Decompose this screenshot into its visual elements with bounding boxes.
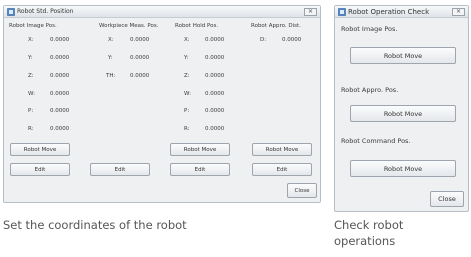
robot-move-button-command-pos[interactable]: Robot Move [350, 160, 456, 177]
coord-value: 0.0000 [205, 73, 225, 79]
group-header-robot-hold-pos: Robot Hold Pos. [175, 23, 219, 29]
edit-button-image-pos[interactable]: Edit [10, 163, 70, 176]
coord-value: 0.0000 [205, 37, 225, 43]
coord-value: 0.0000 [282, 37, 302, 43]
coord-value: 0.0000 [50, 73, 70, 79]
robot-move-button-image-pos[interactable]: Robot Move [10, 143, 70, 156]
coord-value: 0.0000 [205, 91, 225, 97]
coord-value: 0.0000 [205, 108, 225, 114]
axis-label: Y: [184, 55, 189, 61]
close-button[interactable]: Close [430, 191, 464, 207]
caption-check-operations-line1: Check robot [334, 218, 404, 232]
coord-value: 0.0000 [205, 55, 225, 61]
section-label-robot-command-pos: Robot Command Pos. [341, 137, 411, 145]
coord-value: 0.0000 [50, 91, 70, 97]
coord-value: 0.0000 [130, 73, 150, 79]
close-icon[interactable]: × [452, 8, 465, 16]
axis-label: TH: [106, 73, 116, 79]
section-label-robot-appro-pos: Robot Appro. Pos. [341, 86, 399, 94]
window-title: Robot Std. Position [17, 8, 74, 15]
window-title: Robot Operation Check [348, 8, 430, 16]
app-icon [338, 8, 346, 16]
edit-button-appro-dist[interactable]: Edit [252, 163, 312, 176]
axis-label: X: [28, 37, 34, 43]
group-header-workpiece-meas-pos: Workpiece Meas. Pos. [99, 23, 159, 29]
coord-value: 0.0000 [130, 55, 150, 61]
section-label-robot-image-pos: Robot Image Pos. [341, 25, 398, 33]
group-header-robot-image-pos: Robot Image Pos. [9, 23, 57, 29]
coord-value: 0.0000 [205, 126, 225, 132]
axis-label: Y: [108, 55, 113, 61]
axis-label: P: [28, 108, 34, 114]
robot-move-button-image-pos[interactable]: Robot Move [350, 47, 456, 64]
coord-value: 0.0000 [50, 126, 70, 132]
axis-label: Y: [28, 55, 33, 61]
axis-label: R: [184, 126, 190, 132]
axis-label: X: [184, 37, 190, 43]
caption-set-coordinates: Set the coordinates of the robot [3, 218, 187, 232]
robot-std-position-window: Robot Std. Position × Robot Image Pos. W… [3, 5, 321, 203]
axis-label: R: [28, 126, 34, 132]
coord-value: 0.0000 [50, 37, 70, 43]
robot-operation-check-window: Robot Operation Check × Robot Image Pos.… [334, 5, 469, 212]
caption-check-operations-line2: operations [334, 234, 396, 248]
edit-button-workpiece-pos[interactable]: Edit [90, 163, 150, 176]
app-icon [7, 8, 15, 16]
title-bar: Robot Operation Check × [335, 6, 468, 18]
coord-value: 0.0000 [50, 55, 70, 61]
close-icon[interactable]: × [304, 8, 317, 16]
axis-label: Z: [28, 73, 34, 79]
coord-value: 0.0000 [50, 108, 70, 114]
robot-move-button-appro-pos[interactable]: Robot Move [350, 105, 456, 122]
axis-label: D: [260, 37, 267, 43]
axis-label: W: [28, 91, 35, 97]
title-bar: Robot Std. Position × [4, 6, 320, 18]
axis-label: P: [184, 108, 190, 114]
axis-label: Z: [184, 73, 190, 79]
robot-move-button-appro-dist[interactable]: Robot Move [252, 143, 312, 156]
edit-button-hold-pos[interactable]: Edit [170, 163, 230, 176]
coord-value: 0.0000 [130, 37, 150, 43]
close-button[interactable]: Close [287, 183, 317, 198]
axis-label: X: [108, 37, 114, 43]
axis-label: W: [184, 91, 191, 97]
group-header-robot-appro-dist: Robot Appro. Dist. [251, 23, 301, 29]
robot-move-button-hold-pos[interactable]: Robot Move [170, 143, 230, 156]
